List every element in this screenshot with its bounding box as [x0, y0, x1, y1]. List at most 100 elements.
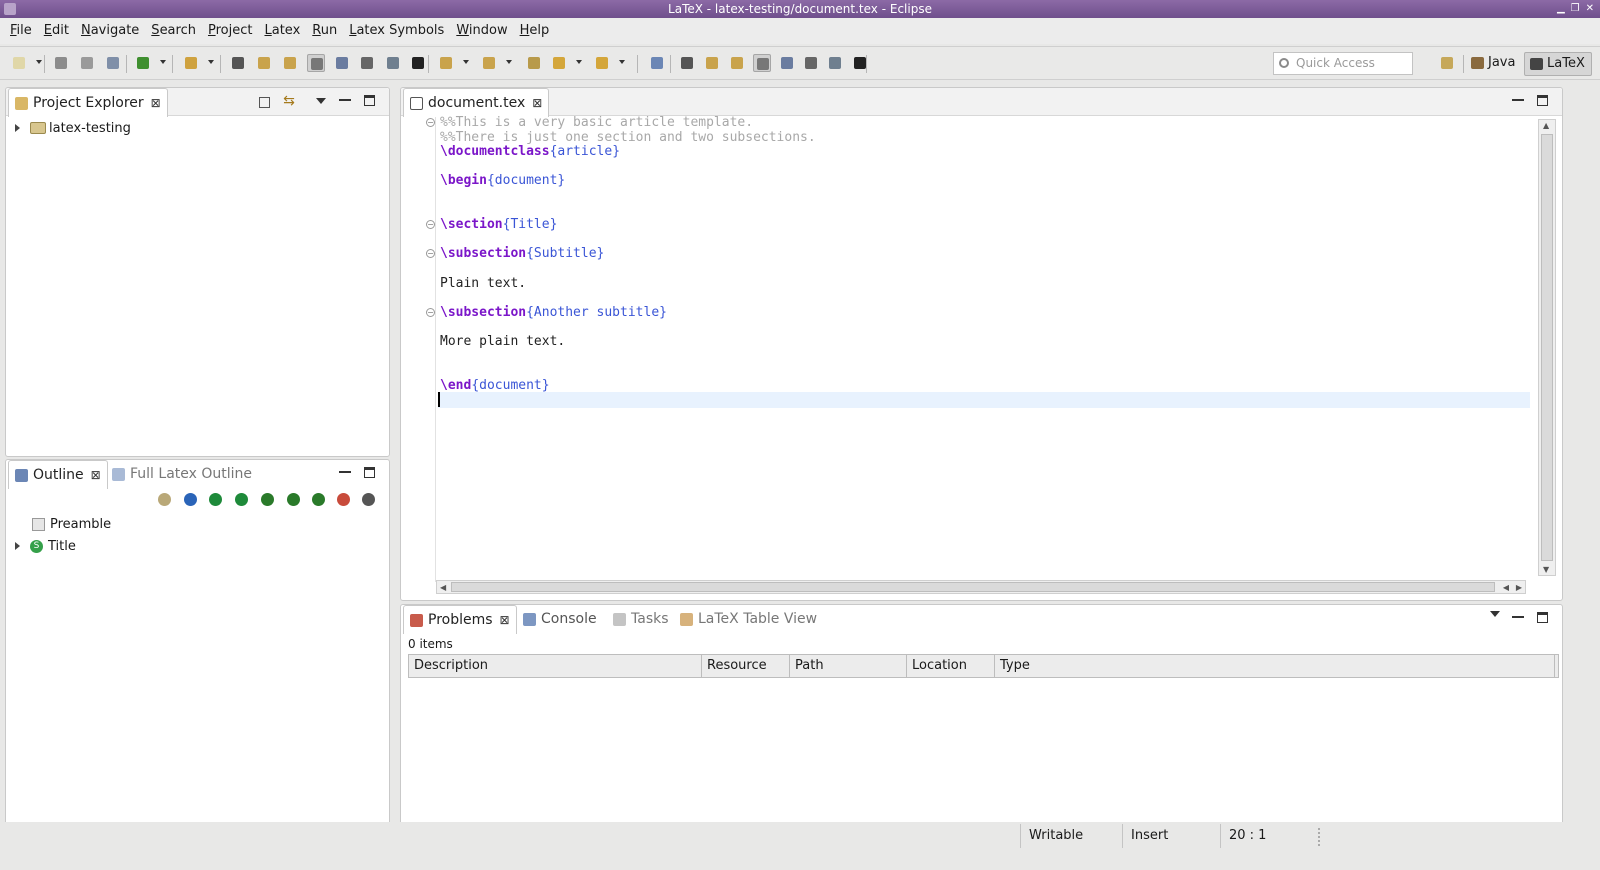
- tree-item-latex-testing[interactable]: latex-testing: [15, 118, 131, 138]
- bib-icon[interactable]: [333, 54, 351, 72]
- doc-icon[interactable]: [358, 54, 376, 72]
- minimize-icon[interactable]: [339, 467, 351, 473]
- scroll-left-icon[interactable]: ◀: [1503, 583, 1509, 592]
- perspective-latex-button[interactable]: LaTeX: [1524, 52, 1592, 76]
- save-all-icon[interactable]: [78, 54, 96, 72]
- dropdown-arrow-icon[interactable]: [208, 60, 214, 64]
- scroll-thumb[interactable]: [1541, 134, 1553, 561]
- back-icon[interactable]: [550, 54, 568, 72]
- fold-collapse-icon[interactable]: −: [426, 220, 435, 230]
- tab-latex-table-view[interactable]: LaTeX Table View: [674, 605, 823, 633]
- tab-document-tex[interactable]: document.tex ⊠: [403, 88, 550, 117]
- wand-icon[interactable]: [182, 54, 200, 72]
- dropdown-arrow-icon[interactable]: [160, 60, 166, 64]
- collapse-all-icon[interactable]: [259, 97, 270, 108]
- tab-full-latex-outline[interactable]: Full Latex Outline: [106, 460, 258, 488]
- close-icon[interactable]: ⊠: [91, 468, 101, 482]
- pin-editor-icon[interactable]: [648, 54, 666, 72]
- column-header-description[interactable]: Description: [409, 655, 702, 677]
- dropdown-arrow-icon[interactable]: [576, 60, 582, 64]
- menu-file[interactable]: File: [4, 18, 38, 44]
- pdf-icon[interactable]: [281, 54, 299, 72]
- tree-item-title[interactable]: S Title: [15, 536, 76, 556]
- scroll-down-icon[interactable]: ▼: [1543, 565, 1549, 574]
- view-menu-icon[interactable]: [1490, 611, 1500, 617]
- scroll-right-icon[interactable]: ▶: [1516, 583, 1522, 592]
- perspective-java-button[interactable]: Java: [1466, 52, 1521, 76]
- dropdown-arrow-icon[interactable]: [506, 60, 512, 64]
- view-output-icon[interactable]: [307, 54, 325, 72]
- save-icon[interactable]: [52, 54, 70, 72]
- hide-comments-icon[interactable]: [337, 493, 350, 506]
- tab-console[interactable]: Console: [517, 605, 603, 633]
- menu-search[interactable]: Search: [145, 18, 202, 44]
- close-icon[interactable]: ⊠: [500, 613, 510, 627]
- pdf-icon[interactable]: [728, 54, 746, 72]
- menu-latex[interactable]: Latex: [258, 18, 306, 44]
- bib-icon[interactable]: [778, 54, 796, 72]
- collapse-icon[interactable]: [184, 493, 197, 506]
- scroll-up-icon[interactable]: ▲: [1543, 121, 1549, 130]
- minimize-icon[interactable]: [1512, 612, 1524, 618]
- outline-filter-icon[interactable]: [312, 493, 325, 506]
- last-edit-icon[interactable]: [525, 54, 543, 72]
- dropdown-arrow-icon[interactable]: [36, 60, 42, 64]
- expand-icon[interactable]: [15, 542, 20, 550]
- prev-annotation-icon[interactable]: [480, 54, 498, 72]
- menu-window[interactable]: Window: [450, 18, 513, 44]
- tab-outline[interactable]: Outline ⊠: [8, 460, 108, 489]
- expand-icon[interactable]: [209, 493, 222, 506]
- latex-build-icon[interactable]: [229, 54, 247, 72]
- filter-icon[interactable]: [235, 493, 248, 506]
- minimize-icon[interactable]: [339, 95, 351, 101]
- minimize-window-icon[interactable]: ▁: [1557, 0, 1565, 18]
- maximize-icon[interactable]: [1537, 95, 1548, 106]
- compile-icon[interactable]: [703, 54, 721, 72]
- menu-project[interactable]: Project: [202, 18, 259, 44]
- horizontal-scrollbar[interactable]: ◀ ◀ ▶: [436, 580, 1526, 594]
- view-menu-icon[interactable]: [316, 98, 326, 104]
- close-icon[interactable]: ⊠: [532, 96, 542, 110]
- maximize-icon[interactable]: [1537, 612, 1548, 623]
- vertical-scrollbar[interactable]: ▲ ▼: [1538, 119, 1556, 576]
- column-header-resource[interactable]: Resource: [702, 655, 790, 677]
- tab-project-explorer[interactable]: Project Explorer ⊠: [8, 88, 168, 117]
- fold-collapse-icon[interactable]: −: [426, 249, 435, 259]
- dropdown-arrow-icon[interactable]: [463, 60, 469, 64]
- close-icon[interactable]: ⊠: [151, 96, 161, 110]
- maximize-icon[interactable]: [364, 467, 375, 478]
- tree-item-preamble[interactable]: Preamble: [32, 514, 111, 534]
- sort-icon[interactable]: [261, 493, 274, 506]
- minimize-icon[interactable]: [1512, 95, 1524, 101]
- search-icon[interactable]: [134, 54, 152, 72]
- tab-tasks[interactable]: Tasks: [607, 605, 675, 633]
- column-header-path[interactable]: Path: [790, 655, 907, 677]
- expand-icon[interactable]: [15, 124, 20, 132]
- link-icon[interactable]: [158, 493, 171, 506]
- scroll-left-icon[interactable]: ◀: [440, 583, 446, 592]
- scroll-thumb[interactable]: [451, 582, 1495, 592]
- tab-problems[interactable]: Problems ⊠: [403, 605, 517, 634]
- fold-collapse-icon[interactable]: −: [426, 307, 435, 317]
- next-annotation-icon[interactable]: [437, 54, 455, 72]
- quick-access-input[interactable]: Quick Access: [1273, 52, 1413, 75]
- help-icon[interactable]: [409, 54, 427, 72]
- doc-icon[interactable]: [802, 54, 820, 72]
- column-header-location[interactable]: Location: [907, 655, 995, 677]
- maximize-icon[interactable]: [364, 95, 375, 106]
- forward-icon[interactable]: [593, 54, 611, 72]
- print-icon[interactable]: [104, 54, 122, 72]
- fold-collapse-icon[interactable]: −: [426, 118, 435, 127]
- menu-run[interactable]: Run: [306, 18, 343, 44]
- menu-latex-symbols[interactable]: Latex Symbols: [343, 18, 450, 44]
- link-with-editor-icon[interactable]: ⇆: [283, 94, 295, 108]
- column-header-type[interactable]: Type: [995, 655, 1555, 677]
- dropdown-arrow-icon[interactable]: [619, 60, 625, 64]
- menu-navigate[interactable]: Navigate: [75, 18, 145, 44]
- new-icon[interactable]: [10, 54, 28, 72]
- view-output-icon[interactable]: [753, 54, 771, 72]
- menu-edit[interactable]: Edit: [38, 18, 75, 44]
- compile-icon[interactable]: [255, 54, 273, 72]
- latex-build-icon[interactable]: [678, 54, 696, 72]
- restore-window-icon[interactable]: ❐: [1571, 0, 1580, 18]
